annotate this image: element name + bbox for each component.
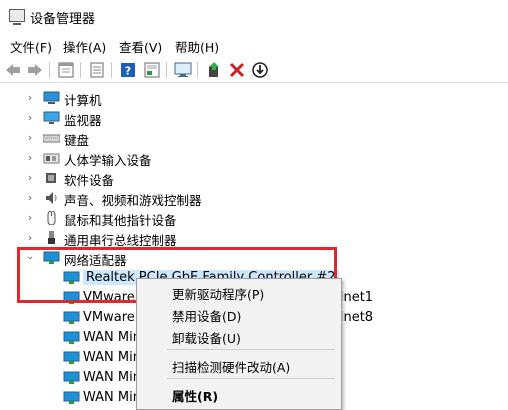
network-adapter-icon: [63, 291, 80, 305]
menu-file[interactable]: 文件(F): [8, 36, 54, 57]
speaker-icon: [43, 191, 60, 205]
expand-chevron-icon[interactable]: ›: [24, 111, 36, 125]
tree-item-usb[interactable]: › 通用串行总线控制器: [0, 228, 480, 248]
tree-item-label: 计算机: [64, 93, 102, 108]
toolbar-separator: [49, 62, 50, 78]
menu-uninstall-device[interactable]: 卸载设备(U): [137, 324, 339, 346]
expand-chevron-icon[interactable]: ›: [24, 231, 36, 245]
menu-update-driver[interactable]: 更新驱动程序(P): [137, 280, 339, 302]
window-title: 设备管理器: [30, 12, 96, 27]
tree-item-sound[interactable]: › 声音、视频和游戏控制器: [0, 188, 480, 208]
toolbar: ?: [0, 58, 508, 83]
update-driver-icon[interactable]: [205, 61, 223, 79]
expand-chevron-icon[interactable]: ›: [24, 211, 36, 225]
menu-view[interactable]: 查看(V): [117, 36, 164, 57]
menu-bar: 文件(F) 操作(A) 查看(V) 帮助(H): [0, 35, 508, 55]
tree-item-label: 通用串行总线控制器: [64, 233, 177, 248]
usb-icon: [43, 231, 60, 245]
expand-chevron-icon[interactable]: ›: [24, 191, 36, 205]
toolbar-separator: [166, 62, 167, 78]
tree-item-label: 监视器: [64, 113, 102, 128]
menu-disable-device[interactable]: 禁用设备(D): [137, 302, 339, 324]
collapse-chevron-icon[interactable]: ›: [23, 252, 37, 264]
tree-item-software-device[interactable]: › 软件设备: [0, 168, 480, 188]
network-adapter-icon: [63, 391, 80, 405]
monitor-icon: [43, 111, 60, 125]
toolbar-separator: [80, 62, 81, 78]
menu-separator: [167, 378, 335, 379]
expand-chevron-icon[interactable]: ›: [24, 171, 36, 185]
menu-properties[interactable]: 属性(R): [137, 382, 339, 404]
network-adapter-icon: [63, 331, 80, 345]
network-adapter-icon: [63, 311, 80, 325]
tree-item-label: 网络适配器: [64, 253, 127, 268]
title-bar: 设备管理器: [0, 0, 508, 32]
tree-item-keyboard[interactable]: › 键盘: [0, 128, 480, 148]
back-icon[interactable]: [4, 61, 22, 79]
svg-text:?: ?: [125, 65, 131, 78]
expand-chevron-icon[interactable]: ›: [24, 151, 36, 165]
properties-icon[interactable]: [57, 61, 75, 79]
device-manager-icon: [9, 9, 25, 25]
tree-item-hid[interactable]: › 人体学输入设备: [0, 148, 480, 168]
tree-item-label: 人体学输入设备: [64, 153, 152, 168]
context-menu: 更新驱动程序(P) 禁用设备(D) 卸载设备(U) 扫描检测硬件改动(A) 属性…: [136, 278, 342, 410]
details-icon[interactable]: [143, 61, 161, 79]
menu-separator: [167, 349, 335, 350]
monitor-scan-icon[interactable]: [174, 61, 192, 79]
uninstall-icon[interactable]: [228, 61, 246, 79]
download-icon[interactable]: [251, 61, 269, 79]
expand-chevron-icon[interactable]: ›: [24, 91, 36, 105]
tree-item-label: 键盘: [64, 133, 90, 148]
network-adapter-icon: [63, 351, 80, 365]
tree-item-computer[interactable]: › 计算机: [0, 88, 480, 108]
tree-item-label: 声音、视频和游戏控制器: [64, 193, 202, 208]
tree-item-label: 鼠标和其他指针设备: [64, 213, 177, 228]
mouse-icon: [43, 210, 60, 226]
tree-item-label: 软件设备: [64, 173, 115, 188]
help-icon[interactable]: ?: [119, 61, 137, 79]
toolbar-separator: [111, 62, 112, 78]
tree-item-mouse[interactable]: › 鼠标和其他指针设备: [0, 208, 480, 228]
hid-icon: [43, 151, 60, 165]
network-adapter-icon: [63, 271, 80, 285]
software-device-icon: [43, 171, 60, 185]
forward-icon[interactable]: [26, 61, 44, 79]
menu-action[interactable]: 操作(A): [61, 36, 108, 57]
toolbar-separator: [197, 62, 198, 78]
menu-scan-hardware[interactable]: 扫描检测硬件改动(A): [137, 353, 339, 375]
menu-help[interactable]: 帮助(H): [173, 36, 221, 57]
network-adapter-icon: [63, 371, 80, 385]
tree-item-network-adapters[interactable]: › 网络适配器: [0, 248, 480, 268]
keyboard-icon: [42, 131, 61, 145]
list-icon[interactable]: [88, 61, 106, 79]
computer-icon: [43, 91, 60, 105]
network-adapter-icon: [43, 251, 60, 265]
tree-item-monitor[interactable]: › 监视器: [0, 108, 480, 128]
expand-chevron-icon[interactable]: ›: [24, 131, 36, 145]
